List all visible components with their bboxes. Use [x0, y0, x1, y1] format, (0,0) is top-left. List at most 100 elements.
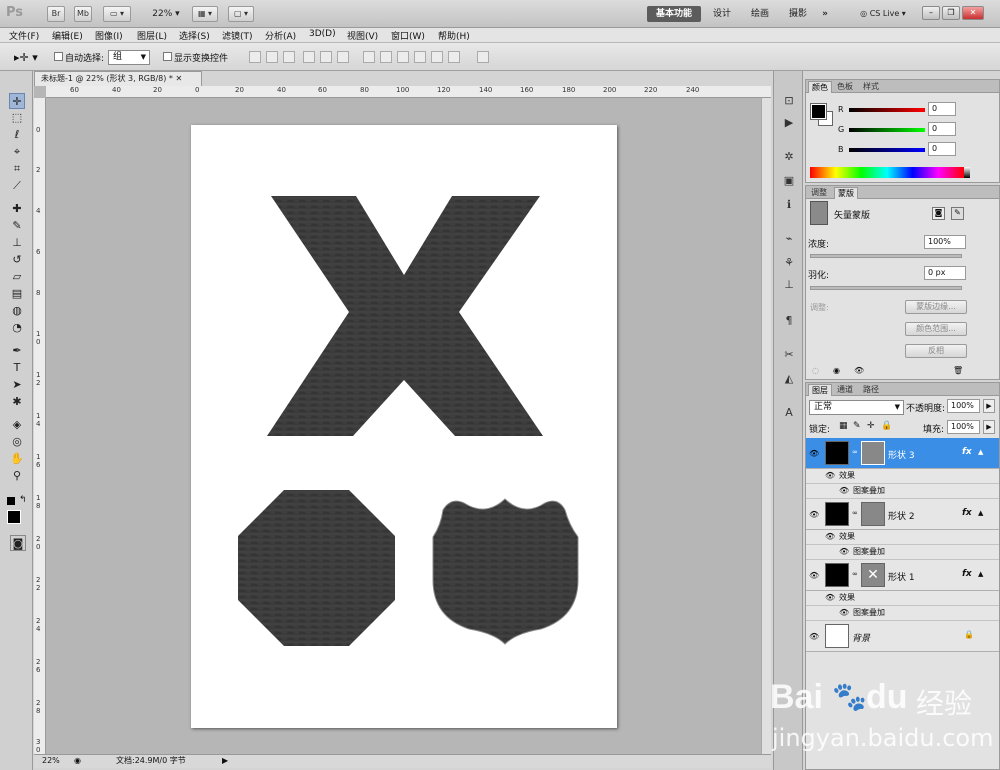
stamp-panel-icon[interactable]: ⊥	[781, 277, 797, 293]
layer-comps-icon[interactable]: ◭	[781, 371, 797, 387]
layer-name[interactable]: 形状 2	[888, 509, 915, 522]
view-extras-button[interactable]: ▭ ▾	[103, 6, 131, 22]
align-left-icon[interactable]	[303, 51, 315, 63]
fx-icon[interactable]: fx	[962, 508, 972, 518]
menu-window[interactable]: 窗口(W)	[391, 29, 425, 42]
menu-image[interactable]: 图像(I)	[95, 29, 123, 42]
dodge-tool-icon[interactable]: ◔	[9, 320, 25, 336]
menu-edit[interactable]: 编辑(E)	[52, 29, 83, 42]
fx-icon[interactable]: fx	[962, 447, 972, 457]
workspace-photography[interactable]: 摄影	[784, 6, 812, 22]
load-selection-icon[interactable]: ◌	[812, 366, 819, 375]
workspace-design[interactable]: 设计	[708, 6, 736, 22]
more-workspaces-button[interactable]: »	[818, 6, 832, 22]
lock-transparency-icon[interactable]: ▦	[839, 421, 848, 431]
status-menu-arrow-icon[interactable]: ▶	[222, 755, 228, 767]
apply-mask-icon[interactable]: ◉	[833, 366, 840, 375]
menu-filter[interactable]: 滤镜(T)	[222, 29, 253, 42]
layer-name[interactable]: 形状 1	[888, 570, 915, 583]
density-field[interactable]: 100%	[924, 235, 966, 249]
crop-tool-icon[interactable]: ⌗	[9, 161, 25, 177]
character-panel-icon[interactable]: A	[781, 405, 797, 421]
menu-analysis[interactable]: 分析(A)	[265, 29, 296, 42]
screen-mode-button[interactable]: ▢ ▾	[228, 6, 254, 22]
tool-presets-icon[interactable]: ✂	[781, 347, 797, 363]
collapse-effects-icon[interactable]: ▲	[978, 570, 983, 578]
slider-g[interactable]	[849, 128, 925, 132]
move-tool-preset-icon[interactable]: ▸✛ ▾	[14, 51, 38, 64]
distribute-bottom-icon[interactable]	[397, 51, 409, 63]
add-vector-mask-icon[interactable]: ✎	[951, 207, 964, 220]
slider-r[interactable]	[849, 108, 925, 112]
delete-mask-icon[interactable]: 🗑	[953, 366, 963, 375]
layer-row-shape-2[interactable]: 👁 ∞ 形状 2 fx ▲	[806, 499, 999, 530]
align-top-icon[interactable]	[249, 51, 261, 63]
eye-icon[interactable]: 👁	[839, 484, 849, 498]
opacity-arrow-icon[interactable]: ▶	[983, 399, 995, 413]
document-canvas[interactable]	[191, 125, 617, 728]
close-icon[interactable]: ✕	[175, 74, 182, 83]
align-vcenter-icon[interactable]	[266, 51, 278, 63]
foreground-color-swatch[interactable]	[810, 103, 827, 120]
blur-tool-icon[interactable]: ◍	[9, 303, 25, 319]
status-zoom[interactable]: 22%	[42, 755, 60, 767]
3d-panel-icon[interactable]: ✲	[781, 149, 797, 165]
x-shape[interactable]	[267, 196, 543, 436]
fill-field[interactable]: 100%	[947, 420, 980, 434]
mask-edge-button[interactable]: 蒙版边缘...	[905, 300, 967, 314]
workspace-essentials[interactable]: 基本功能	[647, 6, 701, 22]
distribute-top-icon[interactable]	[363, 51, 375, 63]
opacity-field[interactable]: 100%	[947, 399, 980, 413]
add-pixel-mask-icon[interactable]: ◙	[932, 207, 945, 220]
swap-colors-icon[interactable]: ↰	[19, 495, 27, 505]
layer-row-background[interactable]: 👁 背景 🔒	[806, 621, 999, 652]
restore-button[interactable]: ❐	[942, 6, 960, 20]
paragraph-panel-icon[interactable]: ¶	[781, 313, 797, 329]
visibility-icon[interactable]: 👁	[854, 366, 864, 375]
image-panel-icon[interactable]: ▣	[781, 173, 797, 189]
hand-tool-icon[interactable]: ✋	[9, 451, 25, 467]
shape-tool-icon[interactable]: ✱	[9, 394, 25, 410]
tab-masks[interactable]: 蒙版	[834, 187, 858, 199]
blend-mode-dropdown[interactable]: 正常 ▼	[809, 400, 904, 415]
shield-shape[interactable]	[432, 498, 579, 645]
lasso-tool-icon[interactable]: ℓ	[9, 127, 25, 143]
eyedropper-tool-icon[interactable]: ⟋	[9, 178, 25, 194]
color-spectrum-bar[interactable]	[810, 167, 964, 178]
show-transform-checkbox[interactable]	[163, 52, 172, 61]
clone-source-icon[interactable]: ⚘	[781, 255, 797, 271]
distribute-vcenter-icon[interactable]	[380, 51, 392, 63]
feather-field[interactable]: 0 px	[924, 266, 966, 280]
mini-bridge-button[interactable]: Mb	[74, 6, 92, 22]
value-g[interactable]: 0	[928, 122, 956, 136]
tab-color[interactable]: 颜色	[808, 81, 832, 93]
healing-brush-tool-icon[interactable]: ✚	[9, 201, 25, 217]
brush-presets-icon[interactable]: ⌁	[781, 231, 797, 247]
layer-name[interactable]: 形状 3	[888, 448, 915, 461]
visibility-eye-icon[interactable]: 👁	[809, 571, 819, 580]
eye-icon[interactable]: 👁	[839, 606, 849, 620]
info-panel-icon[interactable]: ℹ	[781, 197, 797, 213]
tab-paths[interactable]: 路径	[860, 384, 882, 396]
auto-select-checkbox[interactable]	[54, 52, 63, 61]
vector-mask-thumbnail[interactable]	[861, 441, 885, 465]
density-slider[interactable]	[810, 254, 962, 258]
menu-help[interactable]: 帮助(H)	[438, 29, 470, 42]
document-tab[interactable]: 未标题-1 @ 22% (形状 3, RGB/8) * ✕	[34, 71, 202, 86]
value-r[interactable]: 0	[928, 102, 956, 116]
layer-row-shape-1[interactable]: 👁 ∞ ✕ 形状 1 fx ▲	[806, 560, 999, 591]
move-tool-icon[interactable]: ✛	[9, 93, 25, 109]
align-bottom-icon[interactable]	[283, 51, 295, 63]
value-b[interactable]: 0	[928, 142, 956, 156]
eye-icon[interactable]: 👁	[839, 545, 849, 559]
menu-select[interactable]: 选择(S)	[179, 29, 210, 42]
vector-mask-thumbnail[interactable]	[861, 502, 885, 526]
link-icon[interactable]: ∞	[852, 570, 858, 578]
mini-swatch-icon[interactable]	[7, 497, 15, 505]
align-hcenter-icon[interactable]	[320, 51, 332, 63]
lock-all-icon[interactable]: 🔒	[881, 421, 892, 431]
menu-view[interactable]: 视图(V)	[347, 29, 378, 42]
minimize-button[interactable]: –	[922, 6, 940, 20]
effects-row[interactable]: 👁 效果	[806, 469, 999, 484]
vector-mask-thumbnail[interactable]: ✕	[861, 563, 885, 587]
